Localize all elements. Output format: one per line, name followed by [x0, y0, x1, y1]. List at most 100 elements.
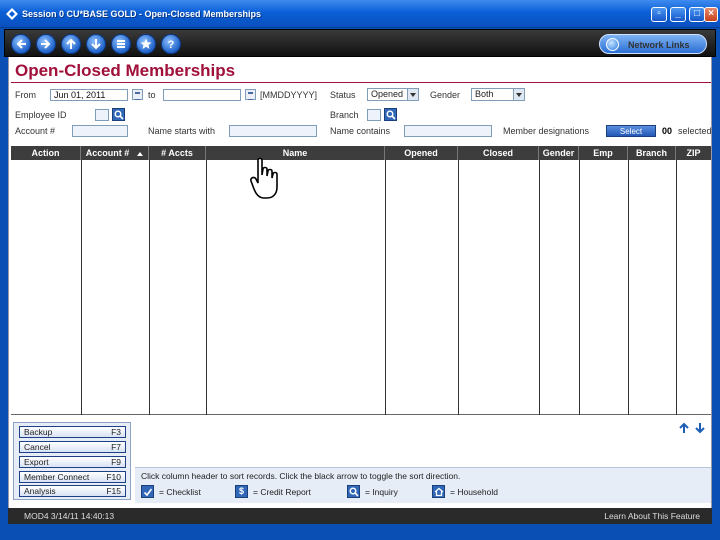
name-contains-input[interactable]: [404, 125, 492, 137]
status-select-value: Opened: [371, 89, 404, 99]
member-designations-label: Member designations: [503, 126, 590, 136]
fkey-label: Backup: [24, 427, 53, 437]
network-links-button[interactable]: Network Links: [599, 34, 707, 54]
col-opened[interactable]: Opened: [385, 146, 458, 160]
to-label: to: [148, 90, 156, 100]
arrow-up-icon: [66, 38, 76, 49]
account-label: Account #: [15, 126, 56, 136]
svg-text:?: ?: [168, 39, 175, 50]
question-icon: ?: [168, 39, 175, 50]
member-connect-button[interactable]: Member Connect F10: [19, 471, 126, 483]
menu-icon: [117, 40, 125, 48]
backup-button[interactable]: Backup F3: [19, 426, 126, 438]
app-icon: [6, 8, 18, 20]
status-session-info: MOD4 3/14/11 14:40:13: [24, 511, 115, 521]
employee-id-label: Employee ID: [15, 110, 67, 120]
gender-label: Gender: [430, 90, 461, 100]
name-starts-input[interactable]: [229, 125, 317, 137]
gender-select[interactable]: Both: [471, 88, 525, 101]
favorites-button[interactable]: [136, 34, 156, 54]
col-name[interactable]: Name: [206, 146, 385, 160]
close-button[interactable]: ×: [704, 7, 718, 22]
gender-select-value: Both: [475, 89, 494, 99]
to-calendar-icon[interactable]: [245, 89, 256, 100]
analysis-button[interactable]: Analysis F15: [19, 485, 126, 497]
magnifier-icon: [386, 110, 396, 120]
account-input[interactable]: [72, 125, 128, 137]
sort-help-message: Click column header to sort records. Cli…: [141, 471, 461, 481]
magnifier-icon: [114, 110, 124, 120]
maximize-button[interactable]: □: [689, 7, 705, 22]
grid-divider: [579, 160, 580, 415]
page-title: Open-Closed Memberships: [15, 61, 236, 80]
help-area: Click column header to sort records. Cli…: [135, 467, 711, 503]
from-label: From: [15, 90, 36, 100]
branch-lookup-button[interactable]: [384, 108, 397, 121]
help-button[interactable]: ?: [161, 34, 181, 54]
arrow-left-icon: [16, 39, 26, 49]
grid-divider: [206, 160, 207, 415]
export-button[interactable]: Export F9: [19, 456, 126, 468]
chevron-down-icon: [407, 89, 418, 100]
fkey-label: Analysis: [24, 486, 56, 496]
col-emp[interactable]: Emp: [579, 146, 628, 160]
sort-arrow-icon[interactable]: [137, 151, 144, 156]
up-button[interactable]: [61, 34, 81, 54]
forward-button[interactable]: [36, 34, 56, 54]
to-date-input[interactable]: [163, 89, 241, 101]
status-bar: MOD4 3/14/11 14:40:13 Learn About This F…: [8, 508, 712, 524]
col-account[interactable]: Account #: [81, 146, 149, 160]
grid-header: Action Account # # Accts Name Opened Clo…: [11, 146, 711, 160]
grid-divider: [458, 160, 459, 415]
col-gender[interactable]: Gender: [539, 146, 579, 160]
arrow-down-icon: [91, 39, 101, 50]
legend-credit-report: = Credit Report: [253, 487, 311, 497]
date-format-hint: [MMDDYYYY]: [260, 90, 318, 100]
status-select[interactable]: Opened: [367, 88, 419, 101]
col-closed[interactable]: Closed: [458, 146, 539, 160]
house-icon: [432, 485, 445, 498]
branch-input[interactable]: [367, 109, 381, 121]
dollar-icon: $: [235, 485, 248, 498]
fkey-key: F7: [111, 442, 121, 452]
page-down-icon[interactable]: [695, 423, 705, 434]
select-designations-button[interactable]: Select: [606, 125, 656, 137]
legend-inquiry: = Inquiry: [365, 487, 398, 497]
page-arrows: [679, 422, 705, 434]
down-button[interactable]: [86, 34, 106, 54]
arrow-right-icon: [41, 39, 51, 49]
col-account-label: Account #: [85, 148, 130, 158]
employee-lookup-button[interactable]: [112, 108, 125, 121]
restore-button[interactable]: ▫: [651, 7, 667, 22]
menu-button[interactable]: [111, 34, 131, 54]
cancel-button[interactable]: Cancel F7: [19, 441, 126, 453]
back-button[interactable]: [11, 34, 31, 54]
fkey-label: Cancel: [24, 442, 51, 452]
employee-id-input[interactable]: [95, 109, 109, 121]
network-links-label: Network Links: [628, 40, 690, 50]
fkey-key: F10: [106, 472, 121, 482]
title-bar: Session 0 CU*BASE GOLD - Open-Closed Mem…: [0, 0, 720, 28]
fkey-label: Member Connect: [24, 472, 90, 482]
from-calendar-icon[interactable]: [132, 89, 143, 100]
fkey-key: F3: [111, 427, 121, 437]
col-zip[interactable]: ZIP: [676, 146, 711, 160]
branch-label: Branch: [330, 110, 359, 120]
minimize-button[interactable]: _: [670, 7, 686, 22]
page-up-icon[interactable]: [679, 422, 689, 433]
from-date-input[interactable]: Jun 01, 2011: [50, 89, 128, 101]
fkey-key: F9: [111, 457, 121, 467]
grid-divider: [385, 160, 386, 415]
col-action[interactable]: Action: [11, 146, 81, 160]
fkey-label: Export: [24, 457, 49, 467]
window-title: Session 0 CU*BASE GOLD - Open-Closed Mem…: [22, 9, 262, 19]
selected-label: selected: [678, 126, 712, 136]
star-icon: [140, 38, 152, 49]
main-panel: Open-Closed Memberships From Jun 01, 201…: [8, 57, 712, 524]
title-divider: [11, 82, 711, 83]
col-branch[interactable]: Branch: [628, 146, 676, 160]
learn-about-feature-link[interactable]: Learn About This Feature: [604, 511, 700, 521]
col-accts[interactable]: # Accts: [149, 146, 206, 160]
magnifier-icon: [347, 485, 360, 498]
function-keys-panel: Backup F3 Cancel F7 Export F9 Member Connec…: [13, 422, 131, 500]
